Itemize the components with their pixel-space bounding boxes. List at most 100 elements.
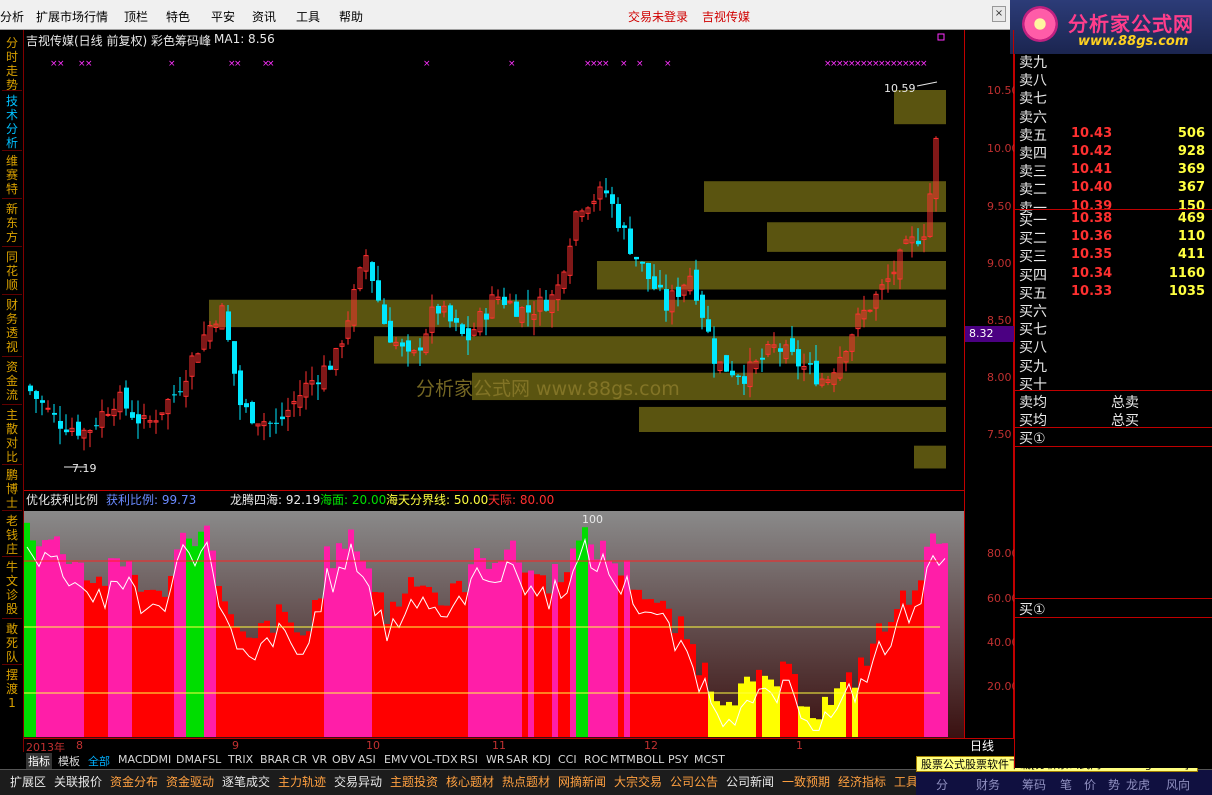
- tab-core-theme[interactable]: 核心题材: [446, 773, 494, 790]
- tab-block-trade[interactable]: 大宗交易: [614, 773, 662, 790]
- tab-kdj[interactable]: KDJ: [532, 753, 551, 766]
- buy-row[interactable]: 买四 10.34 1160: [1019, 265, 1209, 284]
- kline-chart-panel[interactable]: × × × × × × × × × × × × × × × × × × × × × × × × × × × × × × × × × × × 吉视传媒…: [24, 30, 964, 490]
- buy-row[interactable]: 买一 10.38 469: [1019, 210, 1209, 229]
- tab-niuwen[interactable]: 牛文诊股: [4, 560, 20, 616]
- tab-economic[interactable]: 经济指标: [838, 773, 886, 790]
- buy-row[interactable]: 买九: [1019, 356, 1209, 375]
- menu-top-bar[interactable]: 顶栏: [124, 8, 148, 25]
- menu-news[interactable]: 资讯: [252, 8, 276, 25]
- tab-sar[interactable]: SAR: [506, 753, 528, 766]
- profit-bar: [408, 577, 414, 737]
- tab-finance-short[interactable]: 财务: [976, 776, 1000, 793]
- tab-baidu[interactable]: 摆渡1: [4, 668, 20, 710]
- tab-intraday[interactable]: 分时走势: [4, 36, 20, 92]
- sell-row[interactable]: 卖二 10.40 367: [1019, 179, 1209, 199]
- tab-dma[interactable]: DMA: [176, 753, 202, 766]
- sell-row[interactable]: 卖七: [1019, 88, 1209, 107]
- tab-trend[interactable]: 势: [1108, 776, 1120, 793]
- tab-cr[interactable]: CR: [292, 753, 307, 766]
- tab-wr[interactable]: WR: [486, 753, 505, 766]
- tab-company-news[interactable]: 公司新闻: [726, 773, 774, 790]
- tab-indicator[interactable]: 指标: [26, 753, 52, 769]
- buy-row[interactable]: 买二 10.36 110: [1019, 228, 1209, 247]
- buy-row[interactable]: 买五 10.33 1035: [1019, 283, 1209, 302]
- buy-row[interactable]: 买三 10.35 411: [1019, 246, 1209, 265]
- tab-mtm[interactable]: MTM: [610, 753, 636, 766]
- tab-related-quote[interactable]: 关联报价: [54, 773, 102, 790]
- tab-macd[interactable]: MACD: [118, 753, 151, 766]
- tab-trix[interactable]: TRIX: [228, 753, 253, 766]
- tab-consensus[interactable]: 一致预期: [782, 773, 830, 790]
- tab-psy[interactable]: PSY: [668, 753, 688, 766]
- avg-sell-label: 卖均: [1019, 395, 1047, 411]
- sell-row[interactable]: 卖八: [1019, 70, 1209, 89]
- candle-body: [514, 301, 519, 317]
- tab-xindongfang[interactable]: 新东方: [4, 202, 20, 244]
- profit-bar: [24, 522, 30, 737]
- menu-features[interactable]: 特色: [166, 8, 190, 25]
- tab-tick-trades[interactable]: 逐笔成交: [222, 773, 270, 790]
- tab-main-force[interactable]: 主力轨迹: [278, 773, 326, 790]
- tab-dragon-tiger[interactable]: 龙虎: [1126, 776, 1150, 793]
- sell-row[interactable]: 卖五 10.43 506: [1019, 125, 1209, 144]
- tab-obv[interactable]: OBV: [332, 753, 355, 766]
- sell-row[interactable]: 卖九: [1019, 52, 1209, 71]
- buy-row[interactable]: 买八: [1019, 337, 1209, 356]
- tab-price[interactable]: 价: [1084, 776, 1096, 793]
- indicator-chart-panel[interactable]: 优化获利比例 获利比例: 99.73 龙腾四海: 92.19 海面: 20.00…: [24, 490, 964, 739]
- buy-row[interactable]: 买六: [1019, 301, 1209, 320]
- tab-fund-flow[interactable]: 资金流: [4, 360, 20, 402]
- tab-trade-alert[interactable]: 交易异动: [334, 773, 382, 790]
- candle-body: [316, 382, 321, 385]
- tab-weisaite[interactable]: 维赛特: [4, 154, 20, 196]
- tab-wind[interactable]: 风向: [1166, 776, 1190, 793]
- login-status[interactable]: 交易未登录: [628, 8, 688, 25]
- sell-row[interactable]: 卖六: [1019, 107, 1209, 126]
- menu-pingan[interactable]: 平安: [211, 8, 235, 25]
- tab-chips[interactable]: 筹码: [1022, 776, 1046, 793]
- tab-tools[interactable]: 工具: [894, 773, 918, 790]
- tab-fsl[interactable]: FSL: [202, 753, 221, 766]
- tab-template[interactable]: 模板: [58, 753, 80, 769]
- tab-vol-tdx[interactable]: VOL-TDX: [410, 753, 458, 766]
- tab-vr[interactable]: VR: [312, 753, 327, 766]
- tab-gansidui[interactable]: 敢死队: [4, 622, 20, 664]
- tab-asi[interactable]: ASI: [358, 753, 376, 766]
- tab-emv[interactable]: EMV: [384, 753, 408, 766]
- close-window-button[interactable]: ×: [992, 6, 1006, 22]
- tab-fund-distribution[interactable]: 资金分布: [110, 773, 158, 790]
- tab-rsi[interactable]: RSI: [460, 753, 478, 766]
- menu-tools[interactable]: 工具: [296, 8, 320, 25]
- tab-divider: [2, 294, 22, 295]
- buy-row[interactable]: 买七: [1019, 319, 1209, 338]
- tab-pengboshi[interactable]: 鹏博士: [4, 468, 20, 510]
- menu-help[interactable]: 帮助: [339, 8, 363, 25]
- tab-all[interactable]: 全部: [88, 753, 110, 769]
- menu-extended-market[interactable]: 扩展市场行情: [36, 8, 108, 25]
- tab-boll[interactable]: BOLL: [636, 753, 664, 766]
- menu-analysis[interactable]: 分析: [0, 8, 24, 25]
- tab-web-news[interactable]: 网摘新闻: [558, 773, 606, 790]
- sell-row[interactable]: 卖四 10.42 928: [1019, 143, 1209, 162]
- tab-tick[interactable]: 笔: [1060, 776, 1072, 793]
- tab-fund-driver[interactable]: 资金驱动: [166, 773, 214, 790]
- tab-roc[interactable]: ROC: [584, 753, 608, 766]
- tab-extension[interactable]: 扩展区: [10, 773, 46, 790]
- level-label: 卖二: [1019, 182, 1047, 199]
- tab-main-retail[interactable]: 主散对比: [4, 408, 20, 464]
- tab-tonghuashun[interactable]: 同花顺: [4, 250, 20, 292]
- tab-dmi[interactable]: DMI: [150, 753, 171, 766]
- sell-row[interactable]: 卖三 10.41 369: [1019, 161, 1209, 180]
- tab-cci[interactable]: CCI: [558, 753, 577, 766]
- tab-finance[interactable]: 财务透视: [4, 298, 20, 354]
- tab-brar[interactable]: BRAR: [260, 753, 290, 766]
- level-price: 10.43: [1071, 125, 1113, 141]
- tab-technical[interactable]: 技术分析: [4, 94, 20, 150]
- tab-laoqianzhuang[interactable]: 老钱庄: [4, 514, 20, 556]
- tab-theme-invest[interactable]: 主题投资: [390, 773, 438, 790]
- tab-company-notice[interactable]: 公司公告: [670, 773, 718, 790]
- tab-hot-theme[interactable]: 热点题材: [502, 773, 550, 790]
- tab-minute[interactable]: 分: [936, 776, 948, 793]
- tab-mcst[interactable]: MCST: [694, 753, 725, 766]
